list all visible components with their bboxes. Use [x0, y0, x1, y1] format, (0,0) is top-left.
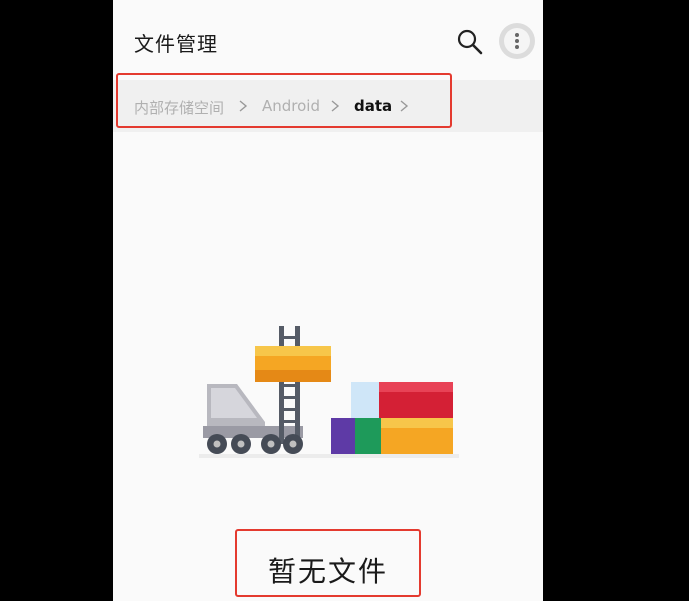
page-title: 文件管理: [134, 32, 218, 56]
breadcrumb-highlight-box: [116, 73, 452, 128]
empty-message-highlight-box: [235, 529, 421, 597]
search-icon[interactable]: [456, 28, 484, 56]
app-header: 文件管理: [113, 0, 543, 80]
phone-screen: 文件管理 内部存储空间 Android data 暂无文件: [113, 0, 543, 601]
more-vertical-icon: [504, 28, 530, 54]
more-options-button[interactable]: [499, 23, 535, 59]
forklift-containers-illustration: [199, 326, 459, 458]
